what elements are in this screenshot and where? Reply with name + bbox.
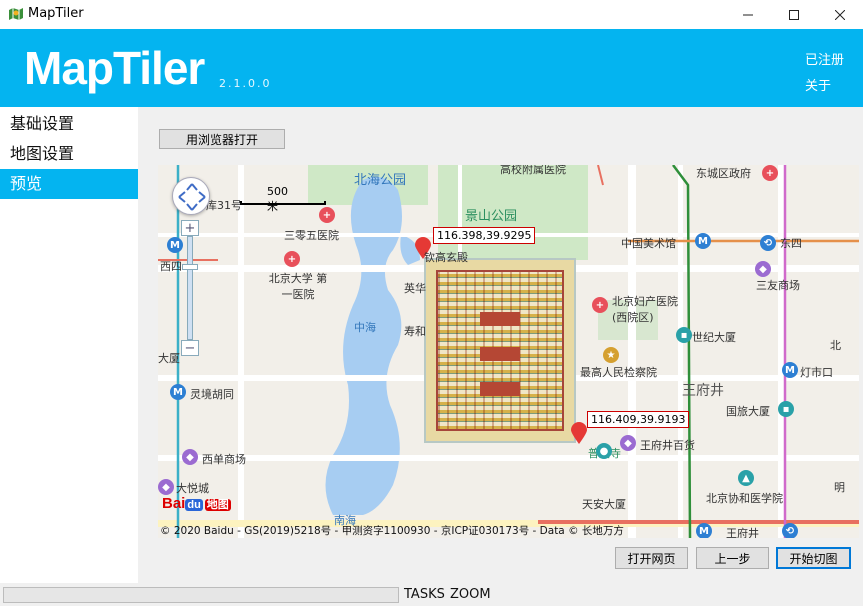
zoom-out-button[interactable]: −	[181, 340, 199, 356]
shopping-icon[interactable]: ◆	[755, 261, 771, 277]
about-link[interactable]: 关于	[805, 75, 831, 94]
map-label: 北京妇产医院 (西院区)	[612, 295, 678, 324]
map-label: 钦高玄殿	[424, 251, 468, 264]
title-bar: MapTiler	[0, 0, 863, 29]
sidebar-item-preview[interactable]: 预览	[0, 169, 138, 199]
previous-button[interactable]: 上一步	[696, 547, 769, 569]
tasks-label: TASKS	[404, 587, 445, 602]
map-label: 天安大厦	[582, 498, 626, 511]
palace-hall	[480, 312, 520, 326]
progress-bar	[3, 587, 399, 603]
close-icon	[835, 9, 845, 20]
map-label: 王府井百货	[640, 439, 695, 452]
minimize-button[interactable]	[725, 0, 771, 29]
open-web-button[interactable]: 打开网页	[615, 547, 688, 569]
maximize-button[interactable]	[771, 0, 817, 29]
tile-imagery	[436, 270, 564, 431]
map-preview[interactable]: 116.398,39.9295 116.409,39.9193 北海公园 景山公…	[158, 165, 859, 538]
map-label: 北京协和医学院	[706, 492, 783, 505]
pan-arrows-icon	[178, 183, 206, 211]
zoom-in-button[interactable]: +	[181, 220, 199, 236]
tile-overlay-forbidden-city	[424, 258, 576, 443]
scale-bar	[240, 201, 326, 205]
map-label: 北	[830, 339, 841, 352]
baidu-map-logo: Bai du 地图	[162, 495, 231, 512]
map-label: 东四	[780, 237, 802, 250]
hospital-icon[interactable]: +	[319, 207, 335, 223]
map-label: 世纪大厦	[692, 331, 736, 344]
map-label: 大悦城	[176, 482, 209, 495]
map-label: 王府井	[682, 383, 724, 399]
map-label: 灵境胡同	[190, 388, 234, 401]
coordinate-label-top: 116.398,39.9295	[433, 227, 536, 244]
window-title: MapTiler	[28, 6, 84, 21]
map-label: 中海	[354, 321, 376, 334]
open-in-browser-button[interactable]: 用浏览器打开	[159, 129, 285, 149]
map-label: 西四	[160, 260, 182, 273]
school-icon[interactable]: ▲	[738, 470, 754, 486]
shopping-icon[interactable]: ◆	[158, 479, 174, 495]
subway-transfer-icon[interactable]: ⟲	[760, 235, 776, 251]
coordinate-label-bottom: 116.409,39.9193	[587, 411, 690, 428]
subway-station-icon[interactable]: M	[696, 523, 712, 538]
map-label: 寿和	[404, 325, 426, 338]
map-label: 明	[834, 481, 845, 494]
map-label: 国旅大厦	[726, 405, 770, 418]
palace-hall	[480, 382, 520, 396]
status-bar: TASKS ZOOM	[0, 583, 863, 606]
map-label: 库31号	[206, 199, 242, 212]
map-marker-icon[interactable]	[571, 422, 587, 444]
zoom-slider-thumb[interactable]	[182, 264, 198, 270]
palace-hall	[480, 347, 520, 361]
map-label: 三零五医院	[284, 229, 339, 242]
hospital-icon[interactable]: +	[284, 251, 300, 267]
shopping-icon[interactable]: ◆	[620, 435, 636, 451]
map-label: 三友商场	[756, 279, 800, 292]
subway-transfer-icon[interactable]: ⟲	[782, 523, 798, 538]
registered-link[interactable]: 已注册	[805, 49, 844, 68]
map-label: 景山公园	[465, 209, 518, 224]
building-icon[interactable]: ▪	[778, 401, 794, 417]
map-pan-control[interactable]	[172, 177, 210, 215]
subway-station-icon[interactable]: M	[695, 233, 711, 249]
sidebar: 基础设置 地图设置 预览	[0, 107, 138, 583]
maptiler-app-icon	[8, 6, 24, 22]
version-label: 2.1.0.0	[219, 77, 272, 90]
zoom-slider-track[interactable]	[187, 236, 193, 340]
subway-station-icon[interactable]: M	[170, 384, 186, 400]
hospital-icon[interactable]: +	[762, 165, 778, 181]
map-label: 西单商场	[202, 453, 246, 466]
maptiler-logo: MapTiler	[24, 42, 205, 94]
baidu-logo-map: 地图	[204, 499, 231, 511]
zoom-control[interactable]: + −	[181, 220, 199, 360]
subway-station-icon[interactable]: M	[782, 362, 798, 378]
minimize-icon	[743, 14, 753, 15]
scale-label: 500 米	[267, 185, 288, 213]
map-label: 灯市口	[800, 366, 833, 379]
baidu-logo-du: du	[185, 499, 203, 511]
close-button[interactable]	[817, 0, 863, 29]
zoom-label: ZOOM	[450, 587, 491, 602]
map-label: 北京大学 第一医院	[268, 272, 328, 301]
start-tiling-button[interactable]: 开始切图	[776, 547, 851, 569]
map-label: 中国美术馆	[621, 237, 676, 250]
map-label: 高校附属医院	[500, 165, 566, 176]
map-label: 王府井	[726, 527, 759, 538]
sidebar-item-basic-settings[interactable]: 基础设置	[0, 109, 138, 139]
map-copyright: © 2020 Baidu - GS(2019)5218号 - 甲测资字11009…	[160, 525, 624, 537]
map-label: 东城区政府	[696, 167, 751, 180]
map-label: 英华	[404, 282, 426, 295]
building-icon[interactable]: ▪	[676, 327, 692, 343]
baidu-logo-bai: Bai	[162, 495, 186, 512]
hospital-icon[interactable]: +	[592, 297, 608, 313]
sidebar-item-map-settings[interactable]: 地图设置	[0, 139, 138, 169]
map-label: 大厦	[158, 352, 180, 365]
park-icon[interactable]: ●	[596, 443, 612, 459]
government-icon[interactable]: ★	[603, 347, 619, 363]
maximize-icon	[789, 9, 799, 20]
shopping-icon[interactable]: ◆	[182, 449, 198, 465]
header-banner: MapTiler 2.1.0.0 已注册 关于	[0, 29, 863, 107]
map-label: 最高人民检察院	[580, 366, 657, 379]
map-label: 北海公园	[354, 173, 407, 188]
